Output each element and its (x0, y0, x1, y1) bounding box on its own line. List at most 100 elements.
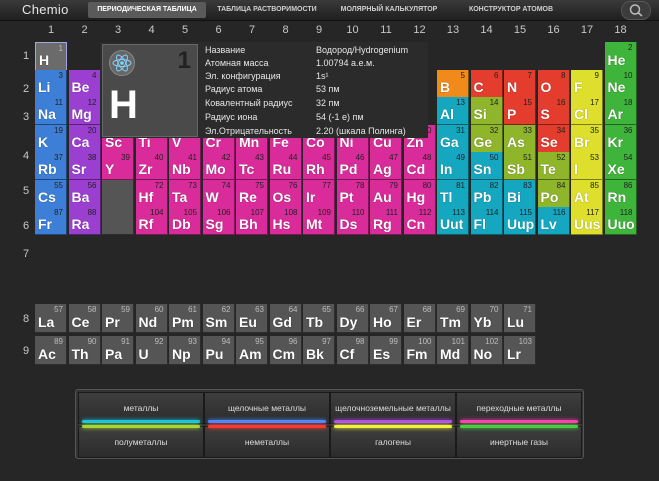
element-cf[interactable]: 98 Cf (336, 336, 369, 365)
element-tc[interactable]: 43 Tc (236, 152, 268, 180)
element-mt[interactable]: 109 Mt (303, 207, 335, 235)
element-rn[interactable]: 86 Rn (604, 179, 637, 208)
element-mg[interactable]: 12 Mg (68, 97, 101, 125)
element-li[interactable]: 3 Li (35, 69, 67, 98)
element-lr[interactable]: 103 Lr (504, 336, 536, 365)
element-au[interactable]: 79 Au (370, 179, 402, 208)
element-n[interactable]: 7N (504, 69, 536, 98)
legend-halogens-button[interactable]: галогены (330, 426, 456, 458)
element-ds[interactable]: 110 Ds (336, 207, 369, 235)
element-c[interactable]: 6C (470, 69, 503, 98)
element-br[interactable]: 35 Br (571, 124, 603, 153)
element-tl[interactable]: 81 Tl (437, 179, 469, 208)
element-pu[interactable]: 94 Pu (202, 336, 235, 365)
element-es[interactable]: 99 Es (370, 336, 402, 365)
element-am[interactable]: 95 Am (236, 336, 268, 365)
element-pr[interactable]: 59 Pr (102, 304, 134, 333)
element-ar[interactable]: 18 Ar (604, 97, 637, 125)
element-cm[interactable]: 96 Cm (269, 336, 302, 365)
tab-solubility-table[interactable]: Таблица растворимости (208, 2, 326, 18)
element-fr[interactable]: 87 Fr (35, 207, 67, 235)
element-cn[interactable]: 112 Cn (403, 207, 436, 235)
element-rh[interactable]: 45 Rh (303, 152, 335, 180)
element-re[interactable]: 75 Re (236, 179, 268, 208)
element-pa[interactable]: 91 Pa (102, 336, 134, 365)
element-mo[interactable]: 42 Mo (202, 152, 235, 180)
element-ru[interactable]: 44 Ru (269, 152, 302, 180)
element-bh[interactable]: 107 Bh (236, 207, 268, 235)
element-as[interactable]: 33 As (504, 124, 536, 153)
element-db[interactable]: 105 Db (169, 207, 201, 235)
element-po[interactable]: 84 Po (537, 179, 570, 208)
element-ne[interactable]: 10 Ne (604, 69, 637, 98)
element-hg[interactable]: 80 Hg (403, 179, 436, 208)
element-u[interactable]: 92 U (135, 336, 168, 365)
element-pm[interactable]: 61 Pm (169, 304, 201, 333)
element-ga[interactable]: 31 Ga (437, 124, 469, 153)
element-lv[interactable]: 116 Lv (537, 207, 570, 235)
element-k[interactable]: 19 K (35, 124, 67, 153)
element-at[interactable]: 85 At (571, 179, 603, 208)
element-bi[interactable]: 83 Bi (504, 179, 536, 208)
tab-periodic-table[interactable]: Периодическая таблица (88, 2, 206, 18)
element-pb[interactable]: 82 Pb (470, 179, 503, 208)
element-dy[interactable]: 66 Dy (336, 304, 369, 333)
element-md[interactable]: 101 Md (437, 336, 469, 365)
element-w[interactable]: 74 W (202, 179, 235, 208)
element-pd[interactable]: 46 Pd (336, 152, 369, 180)
element-i[interactable]: 53 I (571, 152, 603, 180)
legend-nonmetals-button[interactable]: неметаллы (204, 426, 330, 458)
element-np[interactable]: 93 Np (169, 336, 201, 365)
legend-metalloids-button[interactable]: полуметаллы (78, 426, 204, 458)
atom-icon[interactable] (109, 50, 135, 76)
element-ge[interactable]: 32 Ge (470, 124, 503, 153)
tab-molar-calculator[interactable]: Молярный калькулятор (330, 2, 448, 18)
element-yb[interactable]: 70 Yb (470, 304, 503, 333)
element-p[interactable]: 15 P (504, 97, 536, 125)
element-h[interactable]: 1H (35, 42, 67, 71)
element-kr[interactable]: 36 Kr (604, 124, 637, 153)
element-uuo[interactable]: 118 Uuo (604, 207, 637, 235)
element-tm[interactable]: 69 Tm (437, 304, 469, 333)
element-ce[interactable]: 58 Ce (68, 304, 101, 333)
element-cl[interactable]: 17 Cl (571, 97, 603, 125)
element-be[interactable]: 4 Be (68, 69, 101, 98)
element-in[interactable]: 49 In (437, 152, 469, 180)
element-rf[interactable]: 104 Rf (135, 207, 168, 235)
element-uut[interactable]: 113 Uut (437, 207, 469, 235)
element-sb[interactable]: 51 Sb (504, 152, 536, 180)
search-button[interactable] (621, 1, 651, 20)
element-te[interactable]: 52 Te (537, 152, 570, 180)
element-ag[interactable]: 47 Ag (370, 152, 402, 180)
element-o[interactable]: 8O (537, 69, 570, 98)
tab-atom-builder[interactable]: Конструктор атомов (452, 2, 570, 18)
element-f[interactable]: 9F (571, 69, 603, 98)
element-hf[interactable]: 72 Hf (135, 179, 168, 208)
element-ba[interactable]: 56 Ba (68, 179, 101, 208)
element-sr[interactable]: 38 Sr (68, 152, 101, 180)
element-ta[interactable]: 73 Ta (169, 179, 201, 208)
element-tb[interactable]: 65 Tb (303, 304, 335, 333)
element-uus[interactable]: 117 Uus (571, 207, 603, 235)
element-rg[interactable]: 111 Rg (370, 207, 402, 235)
element-b[interactable]: 5B (437, 69, 469, 98)
element-zr[interactable]: 40 Zr (135, 152, 168, 180)
element-na[interactable]: 11 Na (35, 97, 67, 125)
element-ir[interactable]: 77 Ir (303, 179, 335, 208)
element-rb[interactable]: 37 Rb (35, 152, 67, 180)
element-gd[interactable]: 64 Gd (269, 304, 302, 333)
element-sn[interactable]: 50 Sn (470, 152, 503, 180)
element-cd[interactable]: 48 Cd (403, 152, 436, 180)
element-s[interactable]: 16 S (537, 97, 570, 125)
element-sg[interactable]: 106 Sg (202, 207, 235, 235)
element-hs[interactable]: 108 Hs (269, 207, 302, 235)
element-fl[interactable]: 114 Fl (470, 207, 503, 235)
element-uup[interactable]: 115 Uup (504, 207, 536, 235)
element-he[interactable]: 2 He (604, 42, 637, 71)
element-ho[interactable]: 67 Ho (370, 304, 402, 333)
element-os[interactable]: 76 Os (269, 179, 302, 208)
element-xe[interactable]: 54 Xe (604, 152, 637, 180)
element-lu[interactable]: 71 Lu (504, 304, 536, 333)
element-pt[interactable]: 78 Pt (336, 179, 369, 208)
element-bk[interactable]: 97 Bk (303, 336, 335, 365)
